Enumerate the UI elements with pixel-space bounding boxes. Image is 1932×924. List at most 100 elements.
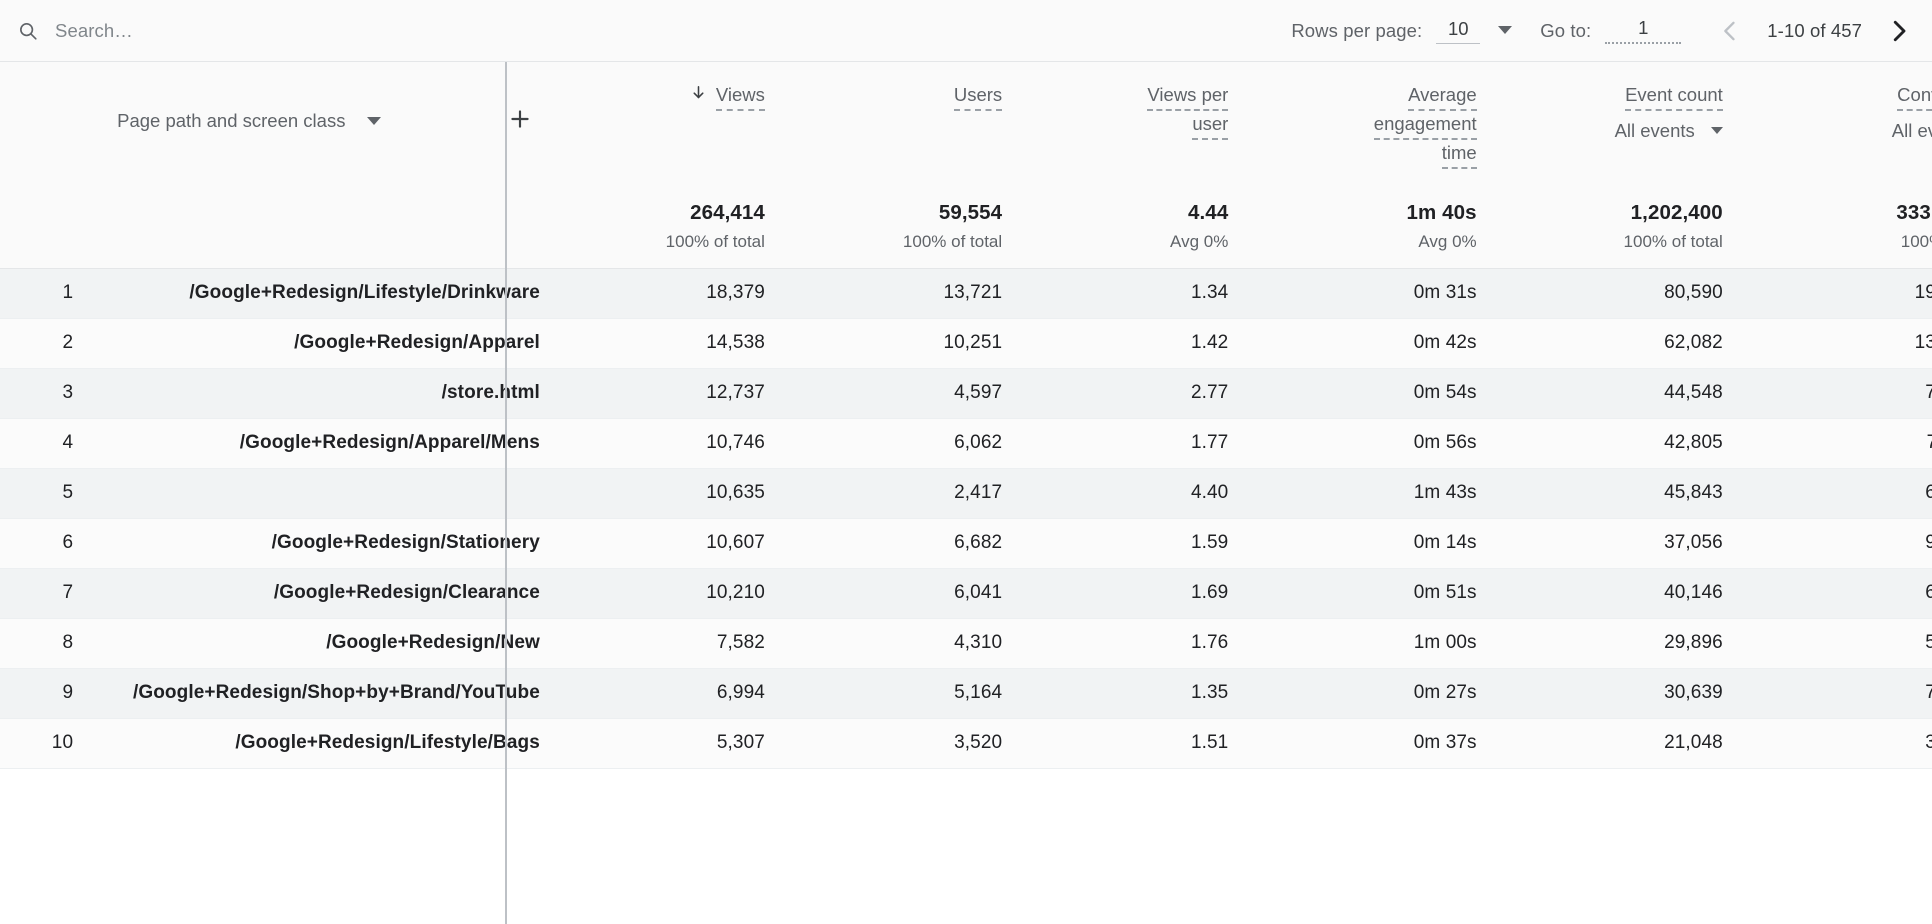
row-event-count-cell: 30,639: [1496, 668, 1743, 719]
totals-avg-engagement-cell: 1m 40s Avg 0%: [1248, 180, 1497, 269]
dimension-label: Page path and screen class: [117, 110, 346, 131]
page-range-label: 1-10 of 457: [1767, 19, 1862, 41]
row-page-path-cell[interactable]: /Google+Redesign/Lifestyle/Drinkware: [93, 268, 560, 319]
row-page-path-cell[interactable]: /Google+Redesign/Clearance: [93, 568, 560, 619]
row-page-path-cell[interactable]: /store.html: [93, 368, 560, 419]
table-row[interactable]: 7/Google+Redesign/Clearance 10,210 6,041 1.…: [0, 568, 1932, 619]
totals-note: 100% of total: [665, 231, 765, 251]
row-event-count-cell: 45,843: [1496, 468, 1743, 519]
metric-header-text: Average engagement time: [1373, 82, 1477, 170]
totals-value: 1,202,400: [1630, 200, 1723, 224]
row-page-path-cell[interactable]: /Google+Redesign/New: [93, 618, 560, 669]
row-avg-engagement-cell: 0m 14s: [1248, 518, 1497, 569]
row-event-count-cell: 37,056: [1496, 518, 1743, 569]
row-page-path-cell[interactable]: /Google+Redesign/Lifestyle/Bags: [93, 718, 560, 769]
metric-header-text: Users: [953, 82, 1003, 112]
search-area: [0, 0, 1291, 61]
table-row[interactable]: 5 10,6352,4174.401m 43s45,8436,630.00: [0, 468, 1932, 519]
row-index-cell: 4: [0, 418, 94, 469]
row-views-cell: 10,635: [559, 468, 785, 519]
table-row[interactable]: 8/Google+Redesign/New 7,582 4,310 1.76 1m 00…: [0, 618, 1932, 669]
plus-icon: [507, 106, 533, 137]
row-conversions-cell: 7,411.00: [1742, 418, 1932, 469]
row-views-cell: 10,607: [559, 518, 785, 569]
row-users-cell: 5,164: [784, 668, 1023, 719]
totals-value: 59,554: [938, 200, 1003, 224]
event-filter-label: All events: [1891, 120, 1932, 142]
totals-note: 100% of total: [902, 231, 1003, 251]
row-page-path-cell[interactable]: /Google+Redesign/Shop+by+Brand/YouTube: [93, 668, 560, 719]
dimension-selector[interactable]: Page path and screen class: [117, 110, 382, 132]
row-conversions-cell: 5,154.00: [1742, 618, 1932, 669]
totals-value: 1m 40s: [1406, 200, 1477, 224]
row-conversions-cell: 9,223.00: [1742, 518, 1932, 569]
row-index-cell: 7: [0, 568, 94, 619]
totals-row: 264,414 100% of total 59,554 100% of tot…: [0, 180, 1932, 269]
header-metric-avg-engagement-time[interactable]: Average engagement time: [1248, 62, 1497, 180]
table-row[interactable]: 9/Google+Redesign/Shop+by+Brand/YouTube 6…: [0, 668, 1932, 719]
header-metric-views-per-user[interactable]: Views per user: [1022, 62, 1249, 180]
metric-header-text: Views: [690, 82, 765, 112]
event-filter-label: All events: [1614, 120, 1695, 142]
row-index-cell: 9: [0, 668, 94, 719]
chevron-right-icon: [1884, 16, 1914, 46]
row-page-path-cell[interactable]: /Google+Redesign/Stationery: [93, 518, 560, 569]
row-conversions-cell: 13,489.00: [1742, 318, 1932, 369]
row-users-cell: 10,251: [784, 318, 1023, 369]
header-metric-conversions[interactable]: Conversions All events: [1742, 62, 1932, 180]
row-views-cell: 12,737: [559, 368, 785, 419]
table-row[interactable]: 4/Google+Redesign/Apparel/Mens 10,746 6,06…: [0, 418, 1932, 469]
previous-page-button[interactable]: [1707, 8, 1753, 54]
conversions-filter-select[interactable]: All events: [1892, 118, 1932, 144]
header-metric-users[interactable]: Users: [784, 62, 1023, 180]
row-page-path-cell[interactable]: /Google+Redesign/Apparel/Mens: [93, 418, 560, 469]
chevron-down-icon: [367, 116, 382, 125]
metric-header-text: Conversions All events: [1892, 82, 1932, 144]
table-toolbar: Rows per page: 10 Go to: 1-10 of 457: [0, 0, 1932, 62]
row-page-path-cell[interactable]: [93, 468, 560, 519]
table-row[interactable]: 1/Google+Redesign/Lifestyle/Drinkware 18,…: [0, 268, 1932, 319]
header-metric-views[interactable]: Views: [559, 62, 785, 180]
row-conversions-cell: 6,630.00: [1742, 468, 1932, 519]
row-page-path-cell[interactable]: /Google+Redesign/Apparel: [93, 318, 560, 369]
table-row[interactable]: 6/Google+Redesign/Stationery 10,607 6,682 1…: [0, 518, 1932, 569]
row-views-cell: 14,538: [559, 318, 785, 369]
next-page-button[interactable]: [1876, 8, 1922, 54]
header-dimension: Page path and screen class: [93, 62, 560, 180]
row-avg-engagement-cell: 0m 51s: [1248, 568, 1497, 619]
totals-value: 333,951.00: [1896, 200, 1932, 224]
row-views-cell: 10,210: [559, 568, 785, 619]
table-row[interactable]: 10/Google+Redesign/Lifestyle/Bags 5,307 3,…: [0, 718, 1932, 769]
table-row[interactable]: 3/store.html 12,737 4,597 2.77 0m 54s 44,548 7…: [0, 368, 1932, 419]
row-views-per-user-cell: 1.76: [1022, 618, 1249, 669]
totals-views-per-user-cell: 4.44 Avg 0%: [1022, 180, 1249, 269]
row-conversions-cell: 3,525.00: [1742, 718, 1932, 769]
add-dimension-button[interactable]: [500, 101, 540, 141]
row-views-cell: 5,307: [559, 718, 785, 769]
goto-page-input[interactable]: [1605, 17, 1682, 44]
metric-header-text: Views per user: [1147, 82, 1229, 141]
row-avg-engagement-cell: 0m 54s: [1248, 368, 1497, 419]
row-views-cell: 10,746: [559, 418, 785, 469]
header-metric-event-count[interactable]: Event count All events: [1496, 62, 1743, 180]
table-scroll-area[interactable]: Page path and screen class Views Users V…: [0, 62, 1932, 924]
totals-note: 100% of total: [1623, 231, 1723, 251]
table-row[interactable]: 2/Google+Redesign/Apparel 14,538 10,251 1.4…: [0, 318, 1932, 369]
rows-per-page-select[interactable]: 10: [1436, 18, 1513, 44]
totals-conversions-cell: 333,951.00 100% of total: [1742, 180, 1932, 269]
row-users-cell: 4,597: [784, 368, 1023, 419]
totals-value: 4.44: [1188, 200, 1229, 224]
search-input[interactable]: [55, 13, 475, 48]
totals-note: Avg 0%: [1418, 231, 1477, 251]
totals-dimension-cell: [93, 180, 560, 269]
event-count-filter-select[interactable]: All events: [1615, 118, 1723, 144]
row-event-count-cell: 40,146: [1496, 568, 1743, 619]
pagination-controls: Rows per page: 10 Go to: 1-10 of 457: [1291, 0, 1932, 61]
row-event-count-cell: 44,548: [1496, 368, 1743, 419]
rows-per-page-value: 10: [1436, 18, 1481, 44]
row-views-cell: 6,994: [559, 668, 785, 719]
row-views-per-user-cell: 1.77: [1022, 418, 1249, 469]
row-conversions-cell: 7,028.00: [1742, 668, 1932, 719]
table-body: 264,414 100% of total 59,554 100% of tot…: [0, 180, 1932, 769]
row-index-cell: 6: [0, 518, 94, 569]
